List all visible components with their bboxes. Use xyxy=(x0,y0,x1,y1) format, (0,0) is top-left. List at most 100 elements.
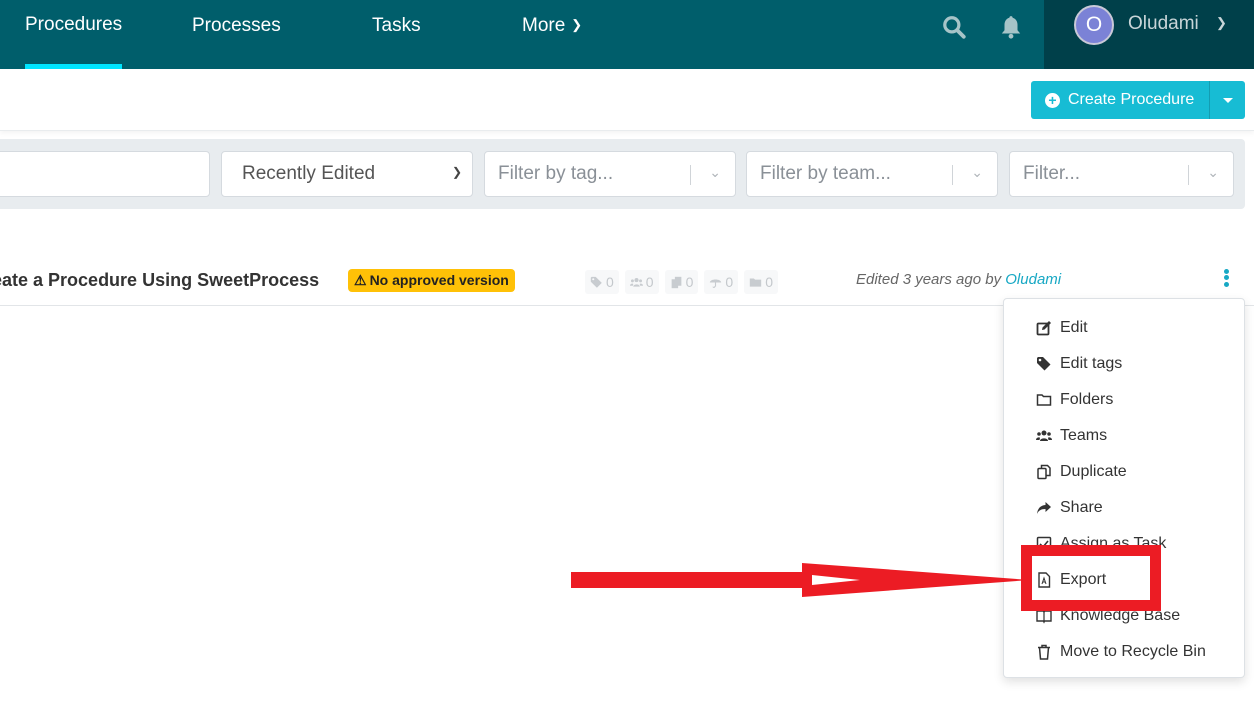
document-count: 0 xyxy=(664,270,699,294)
edit-icon xyxy=(1036,321,1051,336)
count: 0 xyxy=(685,274,694,290)
tag-icon xyxy=(1037,357,1051,371)
placeholder: Filter... xyxy=(1023,163,1081,184)
menu-item-label: Knowledge Base xyxy=(1060,607,1181,624)
divider xyxy=(952,165,953,185)
status-badge: ⚠ No approved version xyxy=(348,269,515,292)
menu-item-duplicate[interactable]: Duplicate xyxy=(1004,454,1244,490)
edited-text: Edited 3 years ago by xyxy=(856,271,1002,288)
placeholder: Filter by tag... xyxy=(498,163,614,184)
trash-icon xyxy=(1038,644,1050,660)
user-menu[interactable]: O Oludami ❯ xyxy=(1044,0,1254,69)
editor-link[interactable]: Oludami xyxy=(1005,271,1061,288)
procedure-stats: 0 0 0 0 0 xyxy=(585,270,778,294)
menu-item-export[interactable]: Export xyxy=(1004,562,1244,598)
menu-item-label: Folders xyxy=(1060,391,1114,408)
sort-select[interactable]: Recently Edited ❯ xyxy=(221,151,473,197)
chevron-down-icon: ⌄ xyxy=(1207,164,1219,180)
filter-select[interactable]: Filter... ⌄ xyxy=(1009,151,1234,197)
badge-label: No approved version xyxy=(369,272,509,288)
divider xyxy=(690,165,691,185)
nav-tab-label: Tasks xyxy=(372,15,421,36)
chevron-down-icon: ❯ xyxy=(1216,15,1227,30)
folder-icon xyxy=(750,277,762,287)
team-count: 0 xyxy=(624,270,659,294)
menu-item-label: Export xyxy=(1060,571,1107,588)
users-icon xyxy=(629,277,643,287)
menu-item-label: Edit tags xyxy=(1060,355,1123,372)
menu-item-assign-as-task[interactable]: Assign as Task xyxy=(1004,526,1244,562)
nav-tab-label: Processes xyxy=(192,15,281,36)
filter-by-tag-select[interactable]: Filter by tag... ⌄ xyxy=(484,151,736,197)
menu-item-knowledge-base[interactable]: Knowledge Base xyxy=(1004,598,1244,634)
annotation-arrow xyxy=(571,563,1030,597)
menu-item-move-to-recycle-bin[interactable]: Move to Recycle Bin xyxy=(1004,634,1244,670)
filter-by-team-select[interactable]: Filter by team... ⌄ xyxy=(746,151,998,197)
users-icon xyxy=(1036,430,1052,441)
count: 0 xyxy=(765,274,773,290)
checkbox-icon xyxy=(1036,536,1052,552)
create-options-dropdown-button[interactable] xyxy=(1210,81,1245,119)
placeholder: Filter by team... xyxy=(760,163,891,184)
avatar: O xyxy=(1074,5,1114,45)
nav-tab-processes[interactable]: Processes xyxy=(192,0,281,69)
menu-item-edit[interactable]: Edit xyxy=(1004,310,1244,346)
kebab-icon xyxy=(1221,268,1231,287)
search-icon xyxy=(943,16,966,39)
bell-icon xyxy=(1001,16,1021,39)
folder-icon xyxy=(1036,394,1052,406)
menu-item-label: Share xyxy=(1060,499,1103,516)
book-icon xyxy=(1036,610,1052,624)
more-options-button[interactable] xyxy=(1221,267,1231,293)
avatar-initial: O xyxy=(1085,13,1103,36)
documents-icon xyxy=(671,276,681,288)
nav-tab-more[interactable]: More ❯ xyxy=(522,0,582,69)
menu-item-label: Move to Recycle Bin xyxy=(1060,643,1206,660)
count: 0 xyxy=(645,274,654,290)
page-toolbar: + Create Procedure xyxy=(0,69,1254,131)
nav-tab-tasks[interactable]: Tasks xyxy=(372,0,421,69)
user-name: Oludami xyxy=(1128,13,1199,34)
procedure-actions-menu: Edit Edit tags Folders Teams Duplicate S… xyxy=(1003,298,1245,678)
chevron-down-icon: ❯ xyxy=(571,17,583,32)
edited-info: Edited 3 years ago by Oludami xyxy=(856,271,1061,288)
divider xyxy=(1188,165,1189,185)
top-nav-bar: Procedures Processes Tasks More ❯ O Oluda… xyxy=(0,0,1254,69)
create-procedure-button[interactable]: + Create Procedure xyxy=(1031,81,1210,119)
chevron-down-icon: ⌄ xyxy=(709,164,721,180)
filter-bar: Recently Edited ❯ Filter by tag... ⌄ Fil… xyxy=(0,139,1245,209)
procedure-title-link[interactable]: eate a Procedure Using SweetProcess xyxy=(0,270,319,291)
nav-tab-label: More xyxy=(522,15,566,36)
warning-icon: ⚠ xyxy=(354,272,367,288)
tag-count: 0 xyxy=(585,270,619,294)
menu-item-label: Duplicate xyxy=(1060,463,1127,480)
folder-count: 0 xyxy=(744,270,778,294)
menu-item-edit-tags[interactable]: Edit tags xyxy=(1004,346,1244,382)
nav-tab-procedures[interactable]: Procedures xyxy=(25,0,122,69)
search-button[interactable] xyxy=(941,14,967,40)
pdf-file-icon xyxy=(1038,572,1051,588)
chevron-down-icon: ❯ xyxy=(451,165,462,179)
menu-item-teams[interactable]: Teams xyxy=(1004,418,1244,454)
share-icon xyxy=(1037,502,1051,514)
menu-item-label: Assign as Task xyxy=(1060,535,1167,552)
search-input[interactable] xyxy=(0,151,210,197)
menu-item-folders[interactable]: Folders xyxy=(1004,382,1244,418)
caret-down-icon xyxy=(1222,97,1233,103)
notifications-button[interactable] xyxy=(998,14,1024,40)
count: 0 xyxy=(725,274,734,290)
copy-icon xyxy=(1037,464,1051,480)
umbrella-icon xyxy=(710,278,722,288)
create-procedure-label: Create Procedure xyxy=(1068,91,1195,108)
chevron-down-icon: ⌄ xyxy=(971,164,983,180)
menu-item-label: Edit xyxy=(1060,319,1088,336)
nav-tab-label: Procedures xyxy=(25,14,123,35)
sort-selected-value: Recently Edited xyxy=(242,163,376,184)
plus-circle-icon: + xyxy=(1045,92,1060,108)
menu-item-label: Teams xyxy=(1060,427,1108,444)
create-procedure-button-group: + Create Procedure xyxy=(1031,81,1245,119)
tag-icon xyxy=(590,276,602,288)
count: 0 xyxy=(606,274,614,290)
menu-item-share[interactable]: Share xyxy=(1004,490,1244,526)
policy-count: 0 xyxy=(704,270,739,294)
